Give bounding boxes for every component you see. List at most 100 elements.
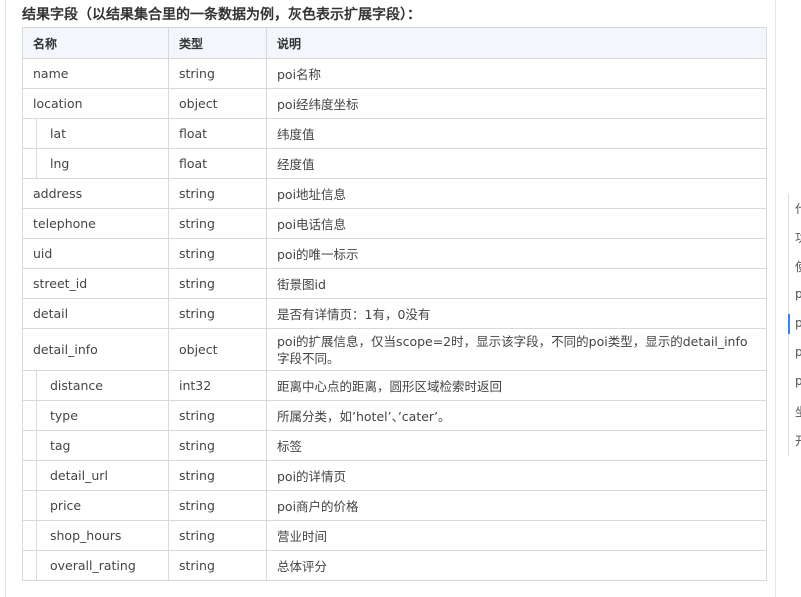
field-name: address bbox=[33, 186, 83, 201]
field-description: poi商户的价格 bbox=[266, 490, 767, 521]
field-name: telephone bbox=[33, 216, 96, 231]
field-name-cell: telephone bbox=[22, 208, 169, 239]
field-name-cell: name bbox=[22, 58, 169, 89]
field-name: uid bbox=[33, 246, 53, 261]
field-name-cell: distance bbox=[22, 370, 169, 401]
table-row: price string poi商户的价格 bbox=[22, 490, 767, 521]
field-name: price bbox=[50, 498, 82, 513]
table-row: detail_info object poi的扩展信息，仅当scope=2时，显示该… bbox=[22, 328, 767, 371]
outline-item[interactable]: 使 bbox=[795, 258, 801, 275]
field-type: string bbox=[168, 178, 267, 209]
nested-indent-line bbox=[36, 490, 37, 521]
header-type: 类型 bbox=[168, 27, 267, 59]
table-row: detail string 是否有详情页：1有，0没有 bbox=[22, 298, 767, 329]
table-header-row: 名称 类型 说明 bbox=[22, 27, 767, 59]
nested-indent-line bbox=[36, 118, 37, 149]
field-description: 标签 bbox=[266, 430, 767, 461]
field-type: string bbox=[168, 520, 267, 551]
field-type: string bbox=[168, 460, 267, 491]
field-name: location bbox=[33, 96, 83, 111]
field-name-cell: lat bbox=[22, 118, 169, 149]
field-type: float bbox=[168, 118, 267, 149]
field-type: string bbox=[168, 430, 267, 461]
nested-indent-line bbox=[36, 400, 37, 431]
result-fields-table: 名称 类型 说明 name string poi名称 location object po… bbox=[22, 27, 767, 581]
outline-item[interactable]: 功 bbox=[795, 229, 801, 246]
field-type: string bbox=[168, 298, 267, 329]
outline-item[interactable]: po bbox=[795, 287, 801, 301]
field-name-cell: type bbox=[22, 400, 169, 431]
field-type: string bbox=[168, 400, 267, 431]
field-name: shop_hours bbox=[50, 528, 122, 543]
table-row: location object poi经纬度坐标 bbox=[22, 88, 767, 119]
header-name: 名称 bbox=[22, 27, 169, 59]
field-name: detail_info bbox=[33, 342, 98, 357]
outline-item[interactable]: po bbox=[795, 316, 801, 330]
field-description: poi名称 bbox=[266, 58, 767, 89]
field-description: 街景图id bbox=[266, 268, 767, 299]
field-name-cell: shop_hours bbox=[22, 520, 169, 551]
table-row: overall_rating string 总体评分 bbox=[22, 550, 767, 581]
field-type: string bbox=[168, 208, 267, 239]
outline-item[interactable]: 开 bbox=[795, 432, 801, 449]
nested-indent-line bbox=[36, 550, 37, 581]
table-row: type string 所属分类，如’hotel’、’cater’。 bbox=[22, 400, 767, 431]
outline-item[interactable]: 坐 bbox=[795, 403, 801, 420]
field-type: string bbox=[168, 550, 267, 581]
field-description: poi经纬度坐标 bbox=[266, 88, 767, 119]
field-description: 总体评分 bbox=[266, 550, 767, 581]
table-row: lng float 经度值 bbox=[22, 148, 767, 179]
field-name-cell: address bbox=[22, 178, 169, 209]
table-row: tag string 标签 bbox=[22, 430, 767, 461]
field-description: 是否有详情页：1有，0没有 bbox=[266, 298, 767, 329]
field-name: detail_url bbox=[50, 468, 108, 483]
field-description: 纬度值 bbox=[266, 118, 767, 149]
field-type: string bbox=[168, 238, 267, 269]
field-description: 所属分类，如’hotel’、’cater’。 bbox=[266, 400, 767, 431]
field-name-cell: detail_info bbox=[22, 328, 169, 371]
table-row: street_id string 街景图id bbox=[22, 268, 767, 299]
field-type: string bbox=[168, 490, 267, 521]
field-description: poi地址信息 bbox=[266, 178, 767, 209]
page-outline-nav: 代功使 po po po po 坐开 bbox=[788, 194, 801, 456]
nested-indent-line bbox=[36, 430, 37, 461]
field-name: name bbox=[33, 66, 69, 81]
section-title: 结果字段（以结果集合里的一条数据为例，灰色表示扩展字段）： bbox=[22, 7, 421, 23]
table-row: telephone string poi电话信息 bbox=[22, 208, 767, 239]
field-description: poi的扩展信息，仅当scope=2时，显示该字段，不同的poi类型，显示的de… bbox=[266, 328, 767, 371]
nested-indent-line bbox=[36, 370, 37, 401]
field-name: lat bbox=[50, 126, 67, 141]
outline-item[interactable]: po bbox=[795, 374, 801, 388]
field-description: 距离中心点的距离，圆形区域检索时返回 bbox=[266, 370, 767, 401]
nested-indent-line bbox=[36, 460, 37, 491]
field-type: string bbox=[168, 58, 267, 89]
field-description: poi的详情页 bbox=[266, 460, 767, 491]
table-row: distance int32 距离中心点的距离，圆形区域检索时返回 bbox=[22, 370, 767, 401]
field-name-cell: detail_url bbox=[22, 460, 169, 491]
field-name: distance bbox=[50, 378, 103, 393]
outline-item[interactable]: 代 bbox=[795, 200, 801, 217]
active-outline-marker bbox=[788, 314, 790, 334]
table-row: lat float 纬度值 bbox=[22, 118, 767, 149]
field-type: int32 bbox=[168, 370, 267, 401]
nested-indent-line bbox=[36, 148, 37, 179]
field-type: object bbox=[168, 88, 267, 119]
field-type: string bbox=[168, 268, 267, 299]
field-type: float bbox=[168, 148, 267, 179]
table-row: shop_hours string 营业时间 bbox=[22, 520, 767, 551]
field-name: overall_rating bbox=[50, 558, 136, 573]
field-name: detail bbox=[33, 306, 69, 321]
table-row: name string poi名称 bbox=[22, 58, 767, 89]
table-row: detail_url string poi的详情页 bbox=[22, 460, 767, 491]
field-name-cell: tag bbox=[22, 430, 169, 461]
field-description: poi的唯一标示 bbox=[266, 238, 767, 269]
table-row: uid string poi的唯一标示 bbox=[22, 238, 767, 269]
field-name-cell: street_id bbox=[22, 268, 169, 299]
field-type: object bbox=[168, 328, 267, 371]
field-name-cell: price bbox=[22, 490, 169, 521]
field-name: lng bbox=[50, 156, 70, 171]
field-name-cell: detail bbox=[22, 298, 169, 329]
outline-item[interactable]: po bbox=[795, 345, 801, 359]
nested-indent-line bbox=[36, 520, 37, 551]
field-description: 营业时间 bbox=[266, 520, 767, 551]
